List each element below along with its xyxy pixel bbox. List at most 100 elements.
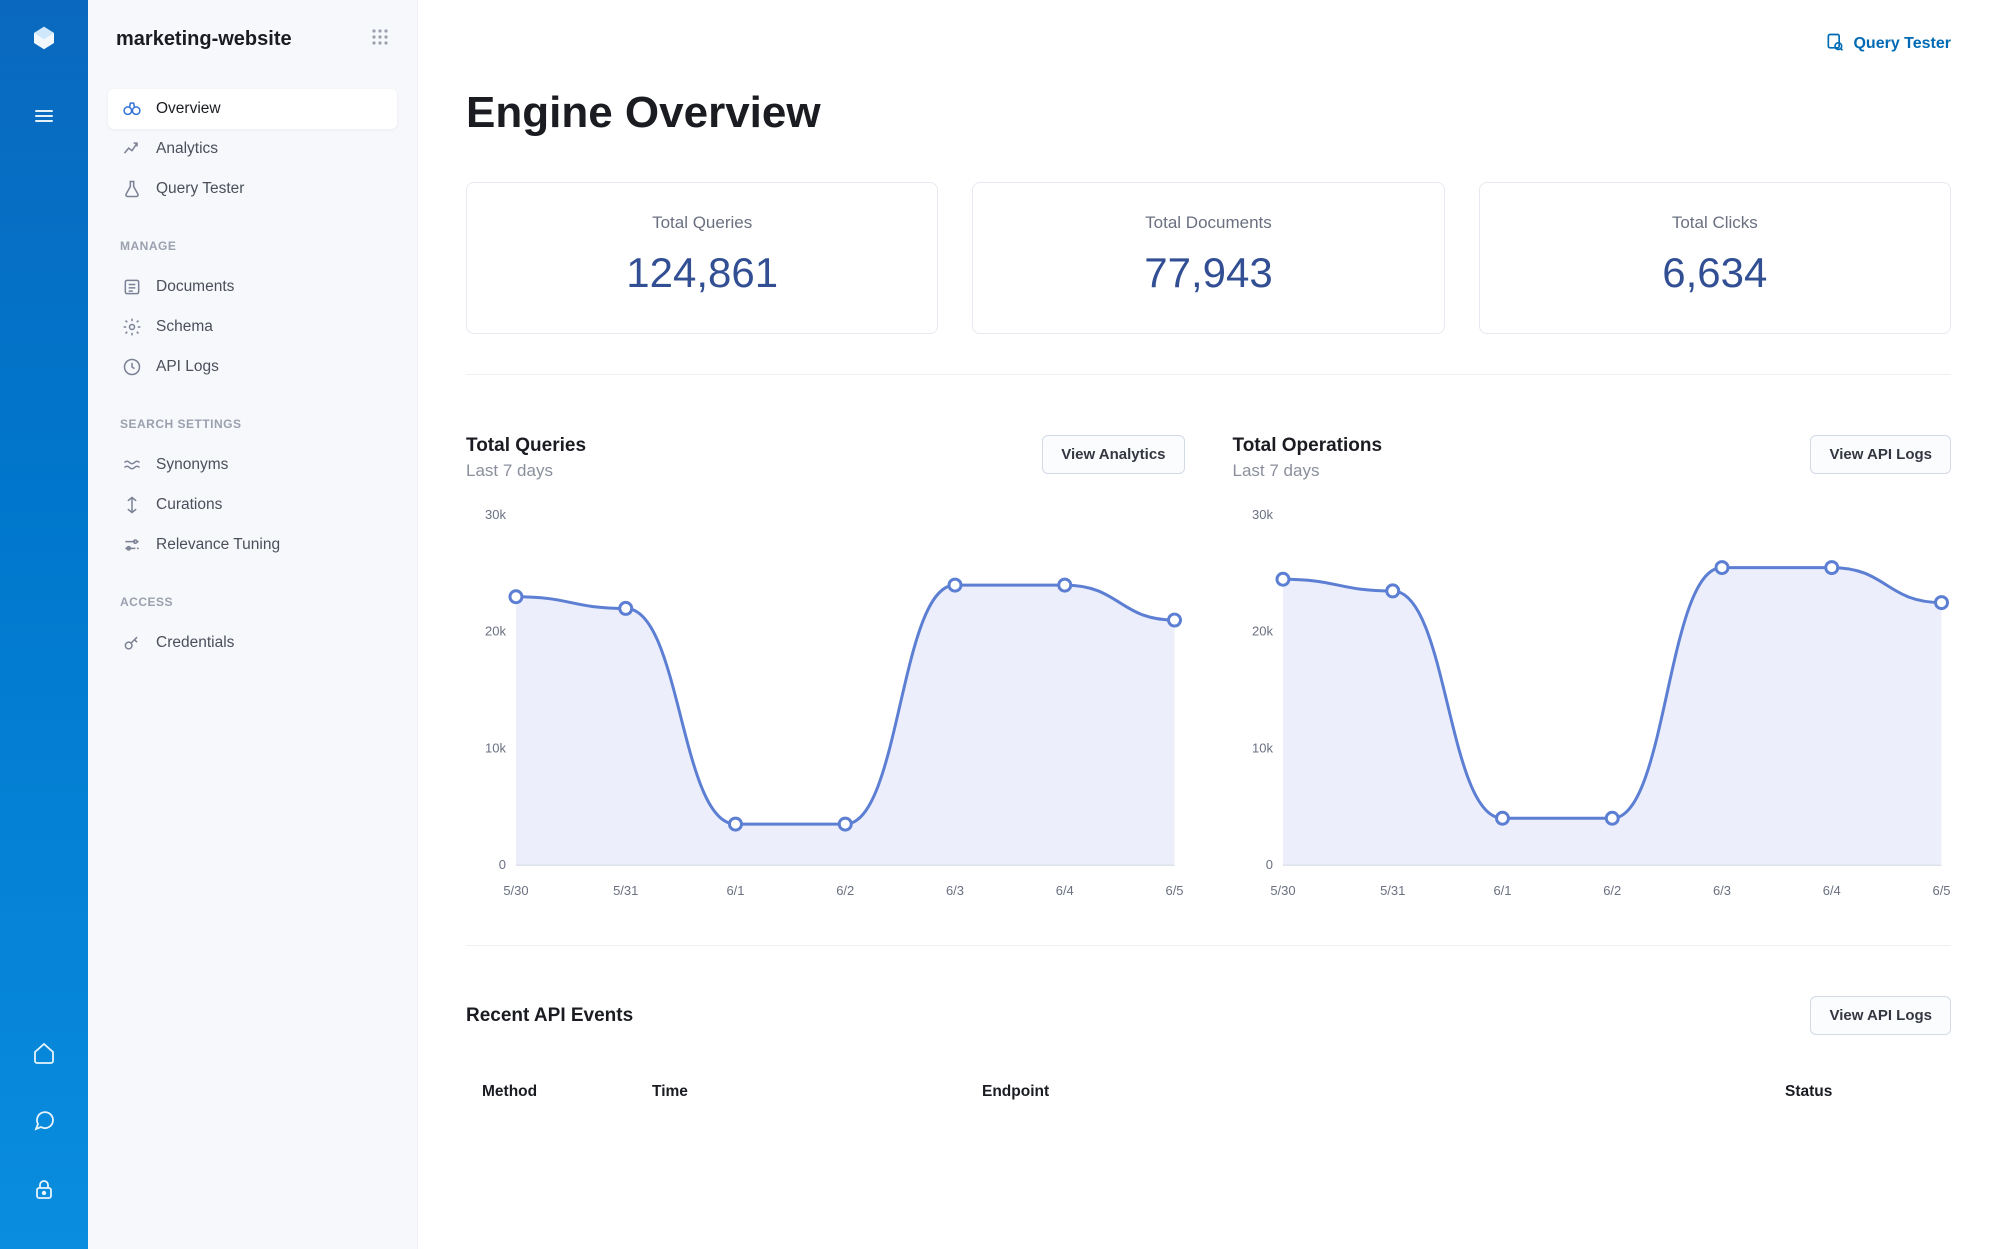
- events-table-header: Method Time Endpoint Status: [466, 1069, 1951, 1115]
- stat-total-queries: Total Queries 124,861: [466, 182, 938, 334]
- nav-heading-search: SEARCH SETTINGS: [108, 417, 397, 445]
- svg-text:6/5: 6/5: [1932, 883, 1950, 898]
- svg-text:5/30: 5/30: [503, 883, 528, 898]
- query-tester-link[interactable]: Query Tester: [1825, 32, 1951, 57]
- chart-subtitle: Last 7 days: [466, 461, 586, 481]
- svg-text:6/2: 6/2: [836, 883, 854, 898]
- svg-text:6/4: 6/4: [1056, 883, 1074, 898]
- sidebar-item-curations[interactable]: Curations: [108, 485, 397, 525]
- sliders-icon: [122, 535, 142, 555]
- svg-text:6/1: 6/1: [726, 883, 744, 898]
- sidebar-item-label: Query Tester: [156, 180, 244, 198]
- search-doc-icon: [1825, 32, 1845, 57]
- hamburger-icon[interactable]: [24, 96, 64, 136]
- documents-icon: [122, 277, 142, 297]
- stat-value: 124,861: [487, 249, 917, 297]
- stat-value: 6,634: [1500, 249, 1930, 297]
- query-tester-label: Query Tester: [1853, 35, 1951, 53]
- sidebar-item-api-logs[interactable]: API Logs: [108, 347, 397, 387]
- sidebar-item-label: Credentials: [156, 634, 234, 652]
- sidebar-item-label: Overview: [156, 100, 221, 118]
- svg-text:0: 0: [499, 857, 506, 872]
- svg-text:30k: 30k: [1252, 507, 1273, 522]
- recent-events-title: Recent API Events: [466, 1005, 633, 1027]
- svg-text:10k: 10k: [485, 740, 506, 755]
- svg-text:6/3: 6/3: [946, 883, 964, 898]
- nav-primary: Overview Analytics Query Tester: [108, 89, 397, 209]
- sidebar-item-label: API Logs: [156, 358, 219, 376]
- stats-row: Total Queries 124,861 Total Documents 77…: [466, 182, 1951, 375]
- svg-text:6/4: 6/4: [1822, 883, 1840, 898]
- sidebar-item-overview[interactable]: Overview: [108, 89, 397, 129]
- chart-title: Total Queries: [466, 435, 586, 457]
- page-title: Engine Overview: [466, 88, 1951, 138]
- chart-svg-operations: 0 10k 20k 30k 5/30 5/31 6/1 6/2 6/3 6/4 6/5: [1233, 505, 1952, 905]
- chart-total-queries: Total Queries Last 7 days View Analytics…: [466, 435, 1185, 905]
- view-api-logs-button[interactable]: View API Logs: [1810, 435, 1951, 474]
- global-nav-rail: [0, 0, 88, 1249]
- view-analytics-button[interactable]: View Analytics: [1042, 435, 1184, 474]
- svg-text:6/1: 6/1: [1493, 883, 1511, 898]
- svg-text:10k: 10k: [1252, 740, 1273, 755]
- engine-switcher-icon[interactable]: [371, 28, 389, 51]
- sidebar-item-label: Documents: [156, 278, 234, 296]
- sidebar-item-query-tester[interactable]: Query Tester: [108, 169, 397, 209]
- chart-total-operations: Total Operations Last 7 days View API Lo…: [1233, 435, 1952, 905]
- tuning-icon: [122, 495, 142, 515]
- recent-events-header: Recent API Events View API Logs: [466, 996, 1951, 1035]
- sidebar-item-relevance[interactable]: Relevance Tuning: [108, 525, 397, 565]
- topbar: Query Tester: [418, 0, 1999, 88]
- svg-text:6/2: 6/2: [1603, 883, 1621, 898]
- chart-svg-queries: 010k20k30k5/305/316/16/26/36/46/5: [466, 505, 1185, 905]
- sidebar-item-label: Synonyms: [156, 456, 228, 474]
- flask-icon: [122, 179, 142, 199]
- analytics-icon: [122, 139, 142, 159]
- th-status: Status: [1785, 1083, 1935, 1101]
- sidebar-item-label: Schema: [156, 318, 213, 336]
- stat-label: Total Clicks: [1500, 213, 1930, 233]
- nav-search-settings: SEARCH SETTINGS Synonyms Curations Relev…: [108, 417, 397, 565]
- nav-access: ACCESS Credentials: [108, 595, 397, 663]
- waves-icon: [122, 455, 142, 475]
- stat-value: 77,943: [993, 249, 1423, 297]
- chat-icon[interactable]: [24, 1101, 64, 1141]
- stat-label: Total Documents: [993, 213, 1423, 233]
- sidebar-item-documents[interactable]: Documents: [108, 267, 397, 307]
- engine-sidebar: marketing-website Overview Analytics Que…: [88, 0, 418, 1249]
- sidebar-item-label: Relevance Tuning: [156, 536, 280, 554]
- svg-text:6/3: 6/3: [1712, 883, 1730, 898]
- sidebar-item-synonyms[interactable]: Synonyms: [108, 445, 397, 485]
- gear-icon: [122, 317, 142, 337]
- product-logo[interactable]: [26, 20, 62, 56]
- sidebar-item-schema[interactable]: Schema: [108, 307, 397, 347]
- binoculars-icon: [122, 99, 142, 119]
- stat-total-documents: Total Documents 77,943: [972, 182, 1444, 334]
- nav-manage: MANAGE Documents Schema API Logs: [108, 239, 397, 387]
- sidebar-item-label: Curations: [156, 496, 222, 514]
- home-icon[interactable]: [24, 1033, 64, 1073]
- svg-text:0: 0: [1265, 857, 1272, 872]
- svg-text:5/30: 5/30: [1270, 883, 1295, 898]
- clock-icon: [122, 357, 142, 377]
- th-time: Time: [652, 1083, 982, 1101]
- nav-heading-manage: MANAGE: [108, 239, 397, 267]
- th-endpoint: Endpoint: [982, 1083, 1785, 1101]
- svg-text:5/31: 5/31: [1380, 883, 1405, 898]
- chart-title: Total Operations: [1233, 435, 1383, 457]
- sidebar-item-credentials[interactable]: Credentials: [108, 623, 397, 663]
- svg-text:5/31: 5/31: [613, 883, 638, 898]
- key-icon: [122, 633, 142, 653]
- sidebar-item-label: Analytics: [156, 140, 218, 158]
- sidebar-item-analytics[interactable]: Analytics: [108, 129, 397, 169]
- svg-text:20k: 20k: [485, 624, 506, 639]
- nav-heading-access: ACCESS: [108, 595, 397, 623]
- stat-label: Total Queries: [487, 213, 917, 233]
- svg-text:20k: 20k: [1252, 624, 1273, 639]
- stat-total-clicks: Total Clicks 6,634: [1479, 182, 1951, 334]
- view-api-logs-button-2[interactable]: View API Logs: [1810, 996, 1951, 1035]
- main-content: Query Tester Engine Overview Total Queri…: [418, 0, 1999, 1249]
- charts-row: Total Queries Last 7 days View Analytics…: [466, 435, 1951, 946]
- engine-name[interactable]: marketing-website: [116, 28, 292, 51]
- chart-subtitle: Last 7 days: [1233, 461, 1383, 481]
- lock-icon[interactable]: [24, 1169, 64, 1209]
